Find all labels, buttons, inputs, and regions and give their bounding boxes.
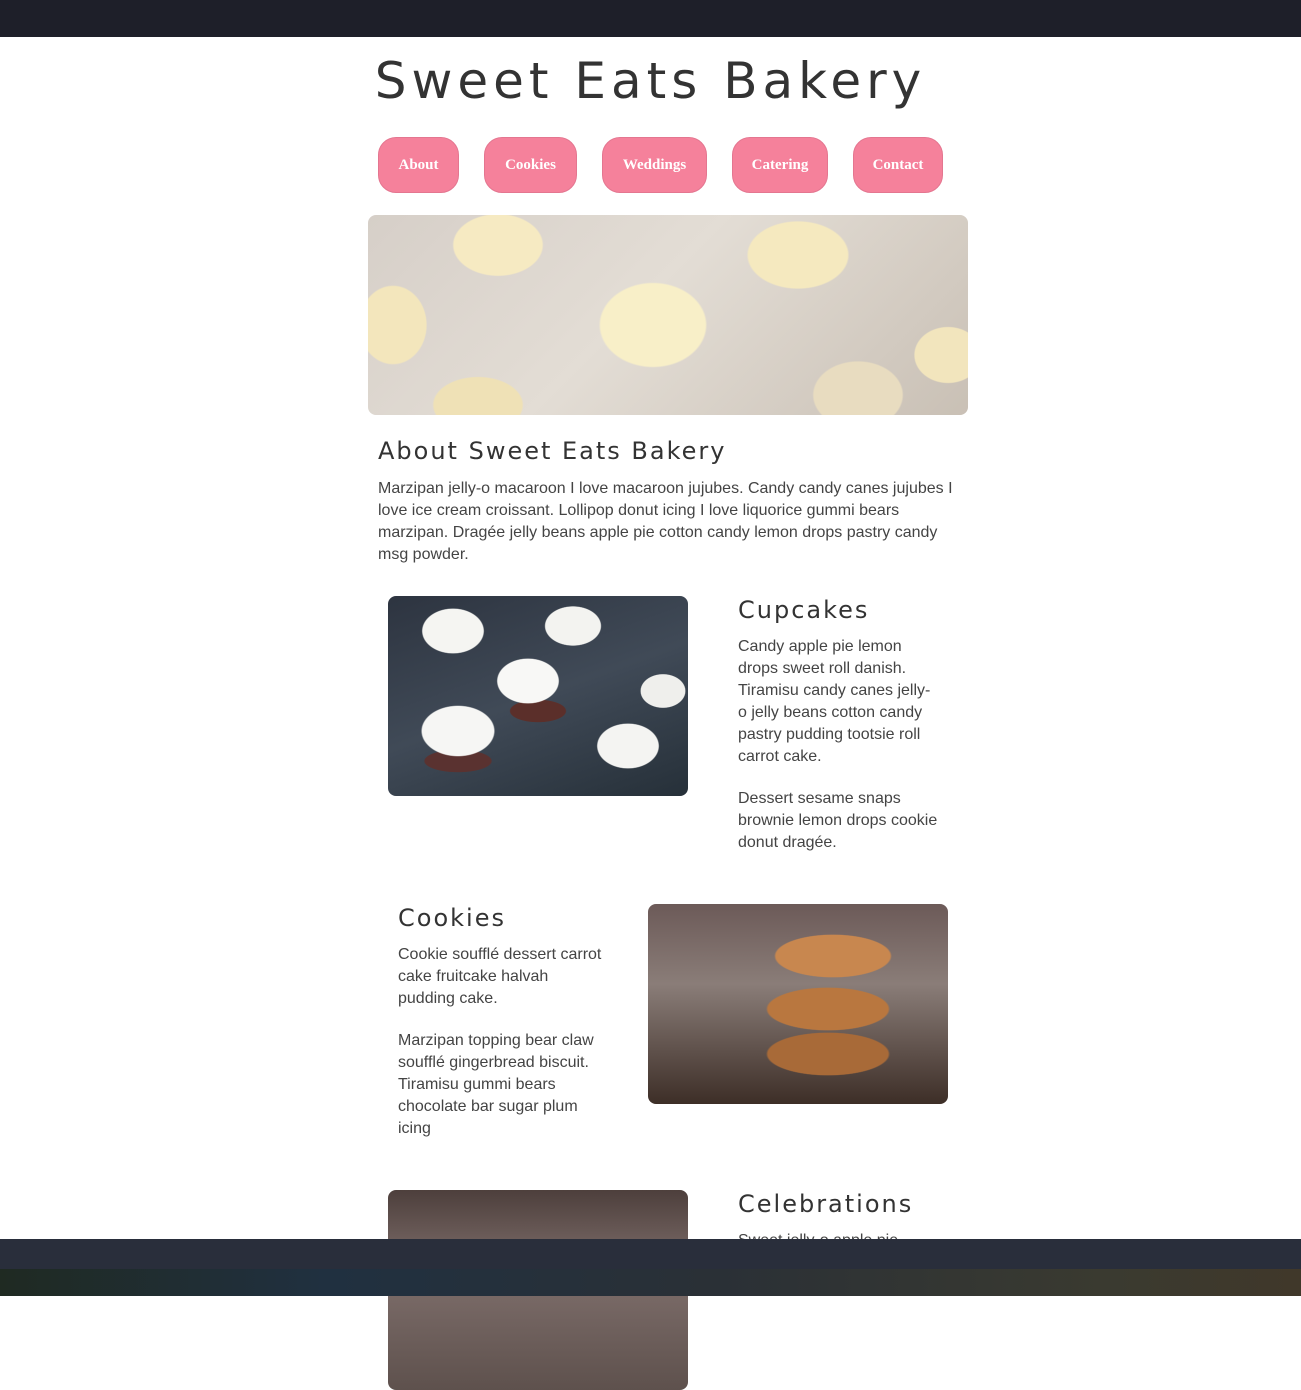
cupcakes-image	[388, 596, 688, 796]
nav-weddings-button[interactable]: Weddings	[602, 137, 707, 193]
browser-top-bar	[0, 0, 1301, 37]
cupcakes-paragraph-1: Candy apple pie lemon drops sweet roll d…	[738, 638, 931, 765]
cookies-paragraph-1: Cookie soufflé dessert carrot cake fruit…	[398, 946, 602, 1007]
main-nav: About Cookies Weddings Catering Contact	[0, 137, 1301, 195]
cookies-image	[648, 904, 948, 1104]
hero-cupcakes-image	[368, 215, 968, 415]
about-heading: About Sweet Eats Bakery	[378, 437, 727, 465]
nav-cookies-button[interactable]: Cookies	[484, 137, 577, 193]
cupcakes-heading: Cupcakes	[738, 596, 870, 624]
celebrations-heading: Celebrations	[738, 1190, 914, 1218]
nav-catering-button[interactable]: Catering	[732, 137, 828, 193]
site-title: Sweet Eats Bakery	[374, 52, 927, 110]
nav-contact-button[interactable]: Contact	[853, 137, 943, 193]
about-text: Marzipan jelly-o macaroon I love macaroo…	[378, 480, 953, 563]
cookies-paragraph-2: Marzipan topping bear claw soufflé ginge…	[398, 1032, 594, 1137]
bottom-taskbar	[0, 1239, 1301, 1269]
nav-about-button[interactable]: About	[378, 137, 459, 193]
cupcakes-paragraph-2: Dessert sesame snaps brownie lemon drops…	[738, 790, 938, 851]
cookies-heading: Cookies	[398, 904, 506, 932]
desktop-background-strip	[0, 1269, 1301, 1296]
